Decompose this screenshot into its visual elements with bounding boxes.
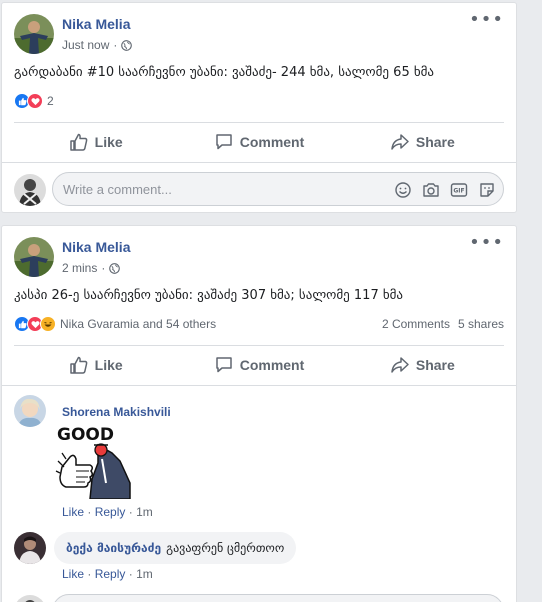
camera-icon[interactable] (422, 181, 440, 199)
author-name[interactable]: Nika Melia (62, 16, 130, 32)
haha-icon (40, 316, 56, 332)
post-meta: Just now · (62, 38, 133, 52)
share-label: Share (415, 357, 455, 373)
comments-count[interactable]: 2 Comments (382, 317, 450, 331)
commenter-avatar[interactable] (14, 395, 46, 427)
author-avatar[interactable] (14, 14, 54, 54)
comment-bubble: ბექა მაისურაძე გავაფრენ ცმერთოო (54, 532, 297, 564)
post-card: Nika Melia 2 mins · ••• კასპი 26-ე საარჩ… (1, 225, 517, 602)
composer-icons: GIF (394, 181, 496, 199)
engagement-counts: 2 Comments 5 shares (382, 317, 504, 331)
comment-time[interactable]: 1m (136, 505, 153, 519)
post-actions: Like Comment Share (14, 126, 504, 158)
comment-input[interactable] (52, 594, 504, 602)
post-time[interactable]: 2 mins (62, 261, 97, 275)
share-icon (391, 357, 409, 373)
comment-like-link[interactable]: Like (62, 505, 84, 519)
good-sticker: GOOD (54, 423, 132, 500)
comment-item: Shorena Makishvili GOOD Like · Reply · 1… (14, 395, 504, 520)
share-button[interactable]: Share (341, 126, 504, 158)
commenter-avatar[interactable] (14, 532, 46, 564)
comment-composer: Write a comment... GIF (2, 162, 516, 214)
comment-item: ბექა მაისურაძე გავაფრენ ცმერთოო Like · R… (14, 532, 504, 584)
globe-icon (121, 39, 133, 51)
globe-icon (109, 262, 121, 274)
like-button[interactable]: Like (14, 126, 177, 158)
post-header: Nika Melia 2 mins · ••• (14, 234, 504, 277)
user-avatar[interactable] (14, 174, 46, 206)
like-label: Like (94, 134, 123, 150)
more-options-icon[interactable]: ••• (469, 11, 504, 29)
comment-label: Comment (239, 357, 305, 373)
post-actions: Like Comment Share (14, 349, 504, 381)
sticker-icon[interactable] (478, 181, 496, 199)
comment-icon (215, 357, 232, 373)
divider (14, 122, 504, 123)
post-header: Nika Melia Just now · ••• (14, 11, 504, 54)
shares-count[interactable]: 5 shares (458, 317, 504, 331)
comment-button[interactable]: Comment (177, 126, 340, 158)
post-text: კასპი 26-ე საარჩევნო უბანი: ვაშაძე 307 ხ… (14, 288, 404, 303)
reactions-summary[interactable]: 2 (14, 91, 504, 111)
comment-time[interactable]: 1m (136, 567, 153, 581)
comment-reply-link[interactable]: Reply (95, 567, 126, 581)
divider (14, 345, 504, 346)
reaction-summary-text[interactable]: Nika Gvaramia and 54 others (60, 317, 216, 331)
reaction-count[interactable]: 2 (47, 94, 54, 108)
share-button[interactable]: Share (341, 349, 504, 381)
more-options-icon[interactable]: ••• (469, 234, 504, 252)
comment-like-link[interactable]: Like (62, 567, 84, 581)
comment-text: გავაფრენ ცმერთოო (166, 541, 285, 555)
comment-label: Comment (239, 134, 305, 150)
post-card: Nika Melia Just now · ••• გარდაბანი #10 … (1, 2, 517, 213)
comment-button[interactable]: Comment (177, 349, 340, 381)
like-button[interactable]: Like (14, 349, 177, 381)
comment-meta: Like · Reply · 1m (62, 505, 153, 519)
thumbs-up-icon (69, 356, 88, 374)
divider (2, 385, 516, 386)
commenter-name[interactable]: Shorena Makishvili (62, 405, 171, 419)
commenter-name[interactable]: ბექა მაისურაძე (66, 541, 161, 555)
user-avatar[interactable] (14, 595, 46, 602)
love-icon (27, 93, 43, 109)
share-icon (391, 134, 409, 150)
comment-meta: Like · Reply · 1m (62, 567, 153, 581)
comment-icon (215, 134, 232, 150)
author-name[interactable]: Nika Melia (62, 239, 130, 255)
emoji-icon[interactable] (394, 181, 412, 199)
gif-icon[interactable]: GIF (450, 181, 468, 199)
share-label: Share (415, 134, 455, 150)
author-avatar[interactable] (14, 237, 54, 277)
svg-text:GIF: GIF (453, 188, 464, 195)
sticker-text: GOOD (57, 425, 114, 445)
like-label: Like (94, 357, 123, 373)
thumbs-up-icon (69, 133, 88, 151)
post-text: გარდაბანი #10 საარჩევნო უბანი: ვაშაძე- 2… (14, 65, 435, 80)
comment-reply-link[interactable]: Reply (95, 505, 126, 519)
post-time[interactable]: Just now (62, 38, 109, 52)
post-meta: 2 mins · (62, 261, 121, 275)
reactions-summary: Nika Gvaramia and 54 others 2 Comments 5… (14, 314, 504, 334)
